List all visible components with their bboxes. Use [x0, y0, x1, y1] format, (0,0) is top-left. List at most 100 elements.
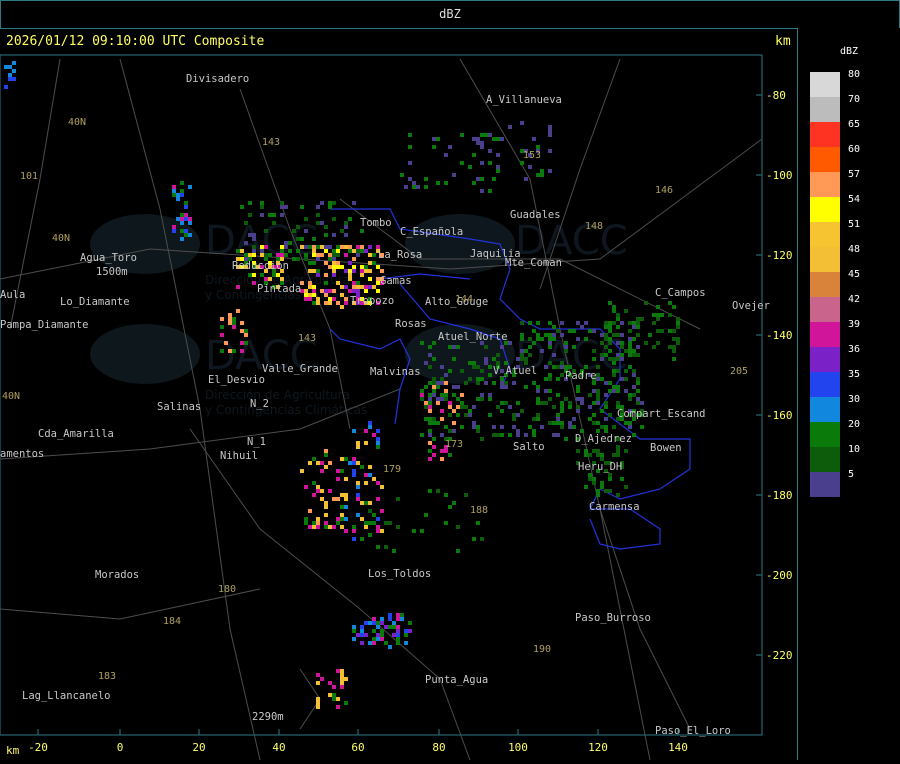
- place-label: N_2: [250, 398, 269, 410]
- echo-pixel: [596, 365, 600, 369]
- echo-pixel: [340, 245, 344, 249]
- echo-pixel: [508, 125, 512, 129]
- echo-pixel: [188, 233, 192, 237]
- place-label: Paso_Burroso: [575, 612, 651, 624]
- echo-pixel: [324, 513, 328, 517]
- echo-pixel: [604, 353, 608, 357]
- echo-pixel: [272, 273, 276, 277]
- echo-pixel: [396, 633, 400, 637]
- echo-pixel: [464, 381, 468, 385]
- place-label: Punta_Agua: [425, 674, 488, 686]
- echo-pixel: [624, 485, 628, 489]
- echo-pixel: [608, 301, 612, 305]
- echo-pixel: [608, 489, 612, 493]
- echo-pixel: [312, 525, 316, 529]
- echo-pixel: [672, 305, 676, 309]
- echo-pixel: [380, 637, 384, 641]
- echo-pixel: [612, 357, 616, 361]
- echo-pixel: [536, 385, 540, 389]
- echo-pixel: [396, 525, 400, 529]
- echo-pixel: [500, 345, 504, 349]
- echo-pixel: [324, 225, 328, 229]
- echo-pixel: [304, 297, 308, 301]
- echo-pixel: [312, 289, 316, 293]
- echo-pixel: [472, 365, 476, 369]
- echo-pixel: [428, 345, 432, 349]
- place-label: Padre: [565, 370, 597, 382]
- echo-pixel: [288, 249, 292, 253]
- echo-pixel: [428, 441, 432, 445]
- echo-pixel: [376, 437, 380, 441]
- echo-pixel: [432, 145, 436, 149]
- echo-pixel: [540, 425, 544, 429]
- echo-pixel: [556, 413, 560, 417]
- echo-pixel: [588, 393, 592, 397]
- echo-pixel: [572, 345, 576, 349]
- echo-pixel: [468, 409, 472, 413]
- echo-pixel: [592, 449, 596, 453]
- echo-pixel: [320, 221, 324, 225]
- echo-pixel: [600, 481, 604, 485]
- echo-pixel: [488, 397, 492, 401]
- echo-pixel: [428, 429, 432, 433]
- echo-pixel: [320, 245, 324, 249]
- legend-label: 35: [848, 369, 860, 380]
- echo-pixel: [604, 425, 608, 429]
- echo-pixel: [428, 489, 432, 493]
- echo-pixel: [248, 233, 252, 237]
- echo-pixel: [356, 253, 360, 257]
- echo-pixel: [492, 433, 496, 437]
- legend-label: 5: [848, 469, 854, 480]
- echo-pixel: [592, 357, 596, 361]
- echo-pixel: [536, 413, 540, 417]
- echo-pixel: [560, 409, 564, 413]
- echo-pixel: [412, 529, 416, 533]
- echo-pixel: [428, 405, 432, 409]
- echo-pixel: [460, 425, 464, 429]
- y-tick-label: -80: [766, 89, 786, 102]
- echo-pixel: [504, 385, 508, 389]
- echo-pixel: [624, 421, 628, 425]
- road-number: 148: [585, 221, 603, 232]
- echo-pixel: [344, 457, 348, 461]
- place-label: Compart_Escand: [617, 408, 706, 420]
- echo-pixel: [340, 285, 344, 289]
- echo-pixel: [524, 357, 528, 361]
- echo-pixel: [340, 469, 344, 473]
- echo-pixel: [476, 177, 480, 181]
- echo-pixel: [612, 373, 616, 377]
- echo-pixel: [336, 261, 340, 265]
- echo-pixel: [316, 253, 320, 257]
- echo-pixel: [360, 249, 364, 253]
- echo-pixel: [432, 389, 436, 393]
- echo-pixel: [444, 393, 448, 397]
- echo-pixel: [340, 673, 344, 677]
- legend-swatch: [810, 197, 840, 222]
- echo-pixel: [436, 381, 440, 385]
- echo-pixel: [312, 249, 316, 253]
- echo-pixel: [308, 525, 312, 529]
- radar-map-panel[interactable]: DACC Dirección de Agricultura y Continge…: [0, 29, 797, 760]
- radar-map[interactable]: DACC Dirección de Agricultura y Continge…: [0, 29, 797, 760]
- echo-pixel: [184, 205, 188, 209]
- echo-pixel: [240, 329, 244, 333]
- echo-pixel: [472, 537, 476, 541]
- echo-pixel: [452, 345, 456, 349]
- x-tick-label: 60: [351, 741, 364, 754]
- echo-pixel: [504, 401, 508, 405]
- echo-pixel: [668, 329, 672, 333]
- echo-pixel: [444, 493, 448, 497]
- echo-pixel: [324, 289, 328, 293]
- echo-pixel: [612, 305, 616, 309]
- echo-pixel: [424, 361, 428, 365]
- echo-pixel: [484, 133, 488, 137]
- echo-pixel: [284, 253, 288, 257]
- echo-pixel: [432, 417, 436, 421]
- echo-pixel: [528, 321, 532, 325]
- echo-pixel: [596, 389, 600, 393]
- echo-pixel: [564, 397, 568, 401]
- echo-pixel: [320, 289, 324, 293]
- echo-pixel: [312, 253, 316, 257]
- echo-pixel: [360, 285, 364, 289]
- echo-pixel: [616, 357, 620, 361]
